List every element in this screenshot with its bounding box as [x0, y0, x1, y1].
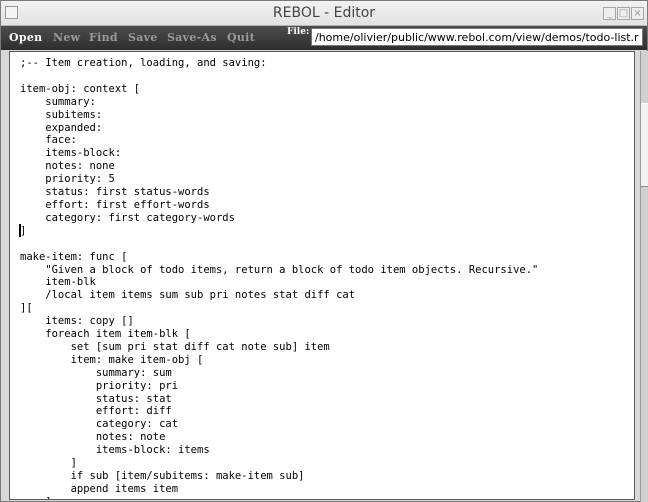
new-button[interactable]: New — [53, 31, 80, 44]
code-line: priority: pri — [20, 379, 179, 392]
quit-button[interactable]: Quit — [227, 31, 255, 44]
code-line: priority: 5 — [20, 173, 115, 186]
code-line: set [sum pri stat diff cat note sub] ite… — [20, 340, 330, 353]
code-line: ] — [20, 457, 77, 470]
code-line: notes: none — [20, 160, 115, 173]
code-line: status: first status-words — [20, 186, 210, 199]
save-as-button[interactable]: Save-As — [167, 31, 217, 44]
minimize-icon[interactable]: _ — [603, 7, 616, 20]
code-line: effort: first effort-words — [20, 198, 210, 211]
code-line: ] — [20, 496, 538, 499]
text-caret — [19, 224, 21, 237]
code-line: items-block: items — [20, 444, 210, 457]
code-line: subitems: — [20, 108, 103, 121]
code-text[interactable]: ;-- Item creation, loading, and saving: … — [20, 57, 539, 499]
code-line: face: — [20, 134, 77, 147]
code-line: make-item: func [ — [20, 250, 128, 263]
code-line: summary: sum — [20, 366, 172, 379]
code-line: ;-- Item creation, loading, and saving: — [20, 57, 267, 69]
code-line: /local item items sum sub pri notes stat… — [20, 289, 356, 302]
open-button[interactable]: Open — [9, 31, 42, 44]
save-button[interactable]: Save — [128, 31, 158, 44]
maximize-icon[interactable]: □ — [617, 7, 630, 20]
vertical-scrollbar[interactable] — [640, 51, 648, 502]
code-line: append items item — [20, 482, 179, 495]
code-line: effort: diff — [20, 405, 172, 418]
code-line: "Given a block of todo items, return a b… — [20, 263, 539, 276]
scrollbar-thumb[interactable] — [641, 103, 648, 187]
close-icon[interactable]: × — [631, 7, 644, 20]
code-line: item-obj: context [ — [20, 82, 141, 95]
code-line: expanded: — [20, 121, 103, 134]
file-path-field[interactable]: /home/olivier/public/www.rebol.com/view/… — [311, 28, 643, 46]
code-line: summary: — [20, 95, 96, 108]
code-line: notes: note — [20, 431, 166, 444]
code-line: items: copy [] — [20, 315, 134, 328]
file-label: File: — [287, 27, 310, 37]
code-line: category: first category-words — [20, 211, 235, 224]
title-bar[interactable]: REBOL - Editor _ □ × — [1, 1, 647, 26]
code-editor[interactable]: ;-- Item creation, loading, and saving: … — [9, 51, 635, 500]
code-line: ][ — [20, 302, 33, 315]
code-line: foreach item item-blk [ — [20, 328, 191, 341]
code-line: status: stat — [20, 392, 172, 405]
code-line: item: make item-obj [ — [20, 353, 204, 366]
window-title: REBOL - Editor — [272, 5, 376, 21]
code-line: if sub [item/subitems: make-item sub] — [20, 470, 305, 482]
editor-window: REBOL - Editor _ □ × Open New Find Save … — [0, 0, 648, 502]
code-line: items-block: — [20, 147, 122, 160]
code-line: item-blk — [20, 276, 96, 289]
find-button[interactable]: Find — [89, 31, 118, 44]
code-line: category: cat — [20, 418, 179, 431]
toolbar: Open New Find Save Save-As Quit File: /h… — [1, 26, 647, 50]
code-line: ] — [20, 224, 27, 237]
